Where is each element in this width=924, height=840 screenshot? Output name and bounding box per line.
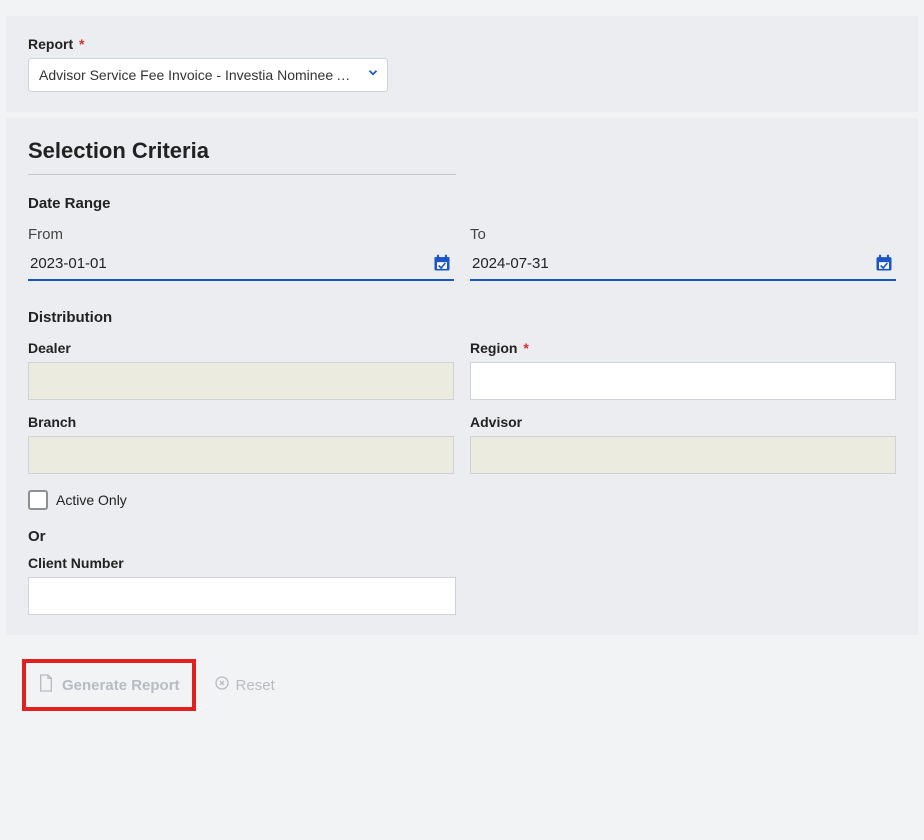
dealer-input[interactable] bbox=[28, 362, 454, 400]
client-number-label: Client Number bbox=[28, 555, 456, 571]
client-number-col: Client Number bbox=[28, 555, 456, 615]
from-date-input[interactable]: 2023-01-01 bbox=[28, 249, 454, 281]
client-number-row: Client Number bbox=[28, 555, 896, 615]
to-date-input[interactable]: 2024-07-31 bbox=[470, 249, 896, 281]
region-col: Region * bbox=[470, 340, 896, 400]
calendar-icon[interactable] bbox=[874, 253, 894, 273]
active-only-row: Active Only bbox=[28, 490, 896, 510]
document-icon bbox=[38, 673, 54, 697]
date-range-title: Date Range bbox=[28, 195, 896, 212]
region-input[interactable] bbox=[470, 362, 896, 400]
required-asterisk: * bbox=[79, 36, 84, 52]
footer-actions: Generate Report Reset bbox=[6, 645, 918, 733]
to-label: To bbox=[470, 226, 896, 243]
branch-input[interactable] bbox=[28, 436, 454, 474]
from-label: From bbox=[28, 226, 454, 243]
region-label-text: Region bbox=[470, 340, 517, 356]
branch-col: Branch bbox=[28, 414, 454, 474]
branch-label: Branch bbox=[28, 414, 454, 430]
close-circle-icon bbox=[214, 675, 230, 695]
date-range-row: From 2023-01-01 To 2024-07-31 bbox=[28, 226, 896, 281]
or-label: Or bbox=[28, 528, 896, 545]
distribution-row-1: Dealer Region * bbox=[28, 340, 896, 400]
from-date-value: 2023-01-01 bbox=[30, 255, 107, 272]
dealer-label: Dealer bbox=[28, 340, 454, 356]
client-number-input[interactable] bbox=[28, 577, 456, 615]
divider bbox=[28, 174, 456, 175]
active-only-label: Active Only bbox=[56, 492, 127, 508]
generate-report-button[interactable]: Generate Report bbox=[22, 659, 196, 711]
advisor-col: Advisor bbox=[470, 414, 896, 474]
advisor-label: Advisor bbox=[470, 414, 896, 430]
from-col: From 2023-01-01 bbox=[28, 226, 454, 281]
region-label: Region * bbox=[470, 340, 896, 356]
active-only-checkbox[interactable] bbox=[28, 490, 48, 510]
reset-button[interactable]: Reset bbox=[214, 675, 275, 695]
required-asterisk: * bbox=[523, 340, 528, 356]
reset-label: Reset bbox=[236, 677, 275, 694]
calendar-icon[interactable] bbox=[432, 253, 452, 273]
selection-criteria-title: Selection Criteria bbox=[28, 138, 896, 164]
selection-criteria-panel: Selection Criteria Date Range From 2023-… bbox=[6, 118, 918, 635]
generate-report-label: Generate Report bbox=[62, 677, 180, 694]
report-label: Report * bbox=[28, 36, 896, 52]
dealer-col: Dealer bbox=[28, 340, 454, 400]
to-date-value: 2024-07-31 bbox=[472, 255, 549, 272]
report-select[interactable]: Advisor Service Fee Invoice - Investia N… bbox=[28, 58, 388, 92]
advisor-input[interactable] bbox=[470, 436, 896, 474]
distribution-title: Distribution bbox=[28, 309, 896, 326]
distribution-row-2: Branch Advisor bbox=[28, 414, 896, 474]
report-label-text: Report bbox=[28, 36, 73, 52]
to-col: To 2024-07-31 bbox=[470, 226, 896, 281]
report-select-value[interactable]: Advisor Service Fee Invoice - Investia N… bbox=[28, 58, 388, 92]
report-panel: Report * Advisor Service Fee Invoice - I… bbox=[6, 16, 918, 112]
